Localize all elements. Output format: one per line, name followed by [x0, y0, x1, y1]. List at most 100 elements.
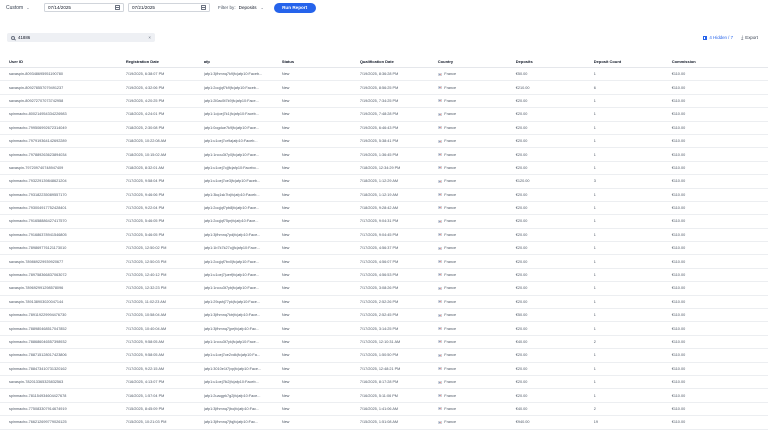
cell-country: France [429, 139, 507, 143]
cell-registration-date: 7/16/2025, 1:57:04 PM [125, 393, 165, 398]
column-header-deposit-count[interactable]: Deposit Count [585, 59, 663, 64]
column-header-deposits[interactable]: Deposits [507, 59, 585, 64]
table-row[interactable]: spinmacho-775083307914674919 7/15/2025, 8… [0, 403, 768, 417]
cell-qualification-date: 7/17/2025, 2:52:26 PM [359, 299, 399, 304]
column-header-status[interactable]: Status [273, 59, 351, 64]
run-report-button[interactable]: Run Report [273, 2, 316, 13]
cell-user-id: savaspin-789138903020047144 [9, 299, 64, 304]
column-header-country[interactable]: Country [429, 59, 507, 64]
table-row[interactable]: savaspin-809278557079491237 7/19/2025, 4:… [0, 81, 768, 95]
cell-registration-date: 7/17/2025, 10:40:04 AM [125, 326, 167, 331]
columns-icon [702, 35, 708, 40]
cell-commission: €110.00 [671, 259, 686, 264]
calendar-icon[interactable] [115, 5, 120, 10]
search-value: 41886 [18, 35, 31, 40]
cell-user-id: spinmacho-797889263623894034 [9, 152, 67, 157]
cell-deposits: €20.00 [515, 206, 528, 211]
cell-commission: €110.00 [671, 340, 686, 344]
cell-commission: €110.00 [671, 366, 686, 371]
table-row[interactable]: spinmacho-788715128017423806 7/17/2025, 9… [0, 349, 768, 363]
cell-country: France [429, 179, 507, 183]
cell-qualification-date: 7/17/2025, 3:08:26 PM [359, 286, 399, 291]
cell-qualification-date: 7/18/2025, 1:12:19 AM [359, 192, 399, 197]
column-header-user-id[interactable]: User ID [0, 59, 117, 64]
range-select[interactable]: Custom ⌄ [6, 4, 36, 12]
table-row[interactable]: savaspin-789692991298578096 7/17/2025, 12… [0, 282, 768, 296]
search-icon [11, 35, 15, 40]
country-name: France [444, 420, 457, 425]
table-row[interactable]: spinmacho-793229139848621204 7/17/2025, 9… [0, 175, 768, 189]
france-flag-icon [437, 206, 443, 210]
table-row[interactable]: spinmacho-788686046557398932 7/17/2025, 9… [0, 336, 768, 350]
table-row[interactable]: spinmacho-789869776121173010 7/17/2025, 1… [0, 242, 768, 256]
column-header-commission[interactable]: Commission [663, 59, 768, 64]
table-row[interactable]: spinmacho-789758366837063072 7/17/2025, 1… [0, 269, 768, 283]
table-row[interactable]: savaspin-809272707073742958 7/19/2025, 4:… [0, 95, 768, 109]
cell-qualification-date: 7/17/2025, 9:04:45 PM [359, 232, 399, 237]
cell-user-id: spinmacho-789119229994476730 [9, 313, 67, 318]
calendar-icon[interactable] [201, 5, 206, 10]
cell-country: France [429, 340, 507, 344]
cell-qualification-date: 7/17/2025, 9:04:31 PM [359, 219, 399, 224]
table-row[interactable]: spinmacho-781154934604427678 7/16/2025, 1… [0, 389, 768, 403]
table-row[interactable]: spinmacho-766212699779026125 7/15/2025, 1… [0, 416, 768, 430]
date-to-field[interactable]: 07/21/2025 [128, 3, 210, 12]
cell-deposit-count: 1 [593, 192, 596, 197]
cell-commission: €110.00 [671, 246, 686, 251]
france-flag-icon [437, 260, 443, 264]
column-header-afp[interactable]: afp [195, 59, 273, 64]
cell-registration-date: 7/17/2025, 12:40:12 PM [125, 273, 167, 278]
table-row[interactable]: spinmacho-791658886427417570 7/17/2025, 5… [0, 215, 768, 229]
table-row[interactable]: spinmacho-797889263623894034 7/18/2025, 1… [0, 148, 768, 162]
table-row[interactable]: spinmacho-800214954334226983 7/18/2025, 4… [0, 108, 768, 122]
filter-select[interactable]: Deposits ⌄ [239, 5, 271, 10]
cell-qualification-date: 7/16/2025, 5:11:06 PM [359, 393, 398, 398]
table-row[interactable]: savaspin-789138903020047144 7/17/2025, 11… [0, 296, 768, 310]
france-flag-icon [437, 273, 443, 277]
export-label: Export [745, 35, 758, 40]
cell-registration-date: 7/17/2025, 9:46:06 PM [125, 192, 165, 197]
cell-deposits: €20.00 [515, 286, 528, 291]
country-name: France [444, 259, 457, 264]
cell-commission: €110.00 [671, 393, 686, 398]
column-header-qualification-date[interactable]: Qualification Date [351, 59, 429, 64]
close-icon[interactable]: × [148, 35, 151, 40]
cell-country: France [429, 313, 507, 317]
table-row[interactable]: savaspin-797209740748947409 7/18/2025, 8:… [0, 162, 768, 176]
export-button[interactable]: ⤓ Export [741, 35, 758, 41]
cell-user-id: spinmacho-793004917752428401 [9, 206, 67, 211]
table-row[interactable]: spinmacho-789119229994476730 7/17/2025, 1… [0, 309, 768, 323]
france-flag-icon [437, 367, 443, 371]
cell-status: New [281, 85, 290, 90]
table-row[interactable]: spinmacho-793004917752428401 7/17/2025, 9… [0, 202, 768, 216]
cell-deposits: €20.00 [515, 366, 528, 371]
cell-deposit-count: 1 [593, 273, 596, 278]
search-input[interactable]: 41886 × [7, 33, 155, 42]
table-row[interactable]: spinmacho-788980468517047852 7/17/2025, 1… [0, 322, 768, 336]
table-row[interactable]: savaspin-809348695951190780 7/19/2025, 6:… [0, 68, 768, 82]
table-actions: 4 Hidden / 7 ⤓ Export [702, 33, 758, 42]
table-row[interactable]: spinmacho-788473410731320162 7/17/2025, 9… [0, 363, 768, 376]
table-row[interactable]: savaspin-789869229939920677 7/17/2025, 12… [0, 255, 768, 269]
cell-deposits: €120.00 [515, 179, 530, 184]
cell-registration-date: 7/19/2025, 4:20:25 PM [125, 98, 165, 103]
country-name: France [444, 380, 457, 385]
cell-afp: |afp1:u1oej7lk2|fc|afp10:Faceb... [203, 380, 259, 385]
table-row[interactable]: spinmacho-797919364142692289 7/18/2025, 1… [0, 135, 768, 149]
column-header-registration-date[interactable]: Registration Date [117, 59, 195, 64]
date-from-field[interactable]: 07/14/2025 [44, 3, 124, 12]
cell-afp: |afp1:3|fhmnq7k9|fc|afp10:Faceb... [203, 72, 263, 77]
country-name: France [444, 246, 457, 251]
table-row[interactable]: spinmacho-791686378941546805 7/17/2025, 5… [0, 229, 768, 243]
france-flag-icon [437, 126, 443, 130]
table-row[interactable]: spinmacho-799506992672314049 7/18/2025, 2… [0, 122, 768, 135]
table-row[interactable]: savaspin-782013365325832563 7/16/2025, 4:… [0, 376, 768, 390]
cell-afp: |afp1:2oq|qf7k9|fc|afp10:Faceb... [203, 85, 260, 90]
table-row[interactable]: spinmacho-793182235089557170 7/17/2025, 9… [0, 189, 768, 202]
cell-deposits: €210.00 [515, 85, 530, 90]
hidden-columns-button[interactable]: 4 Hidden / 7 [702, 35, 733, 40]
cell-country: France [429, 99, 507, 103]
cell-country: France [429, 219, 507, 223]
cell-user-id: savaspin-782013365325832563 [9, 380, 64, 385]
cell-commission: €110.00 [671, 179, 686, 184]
